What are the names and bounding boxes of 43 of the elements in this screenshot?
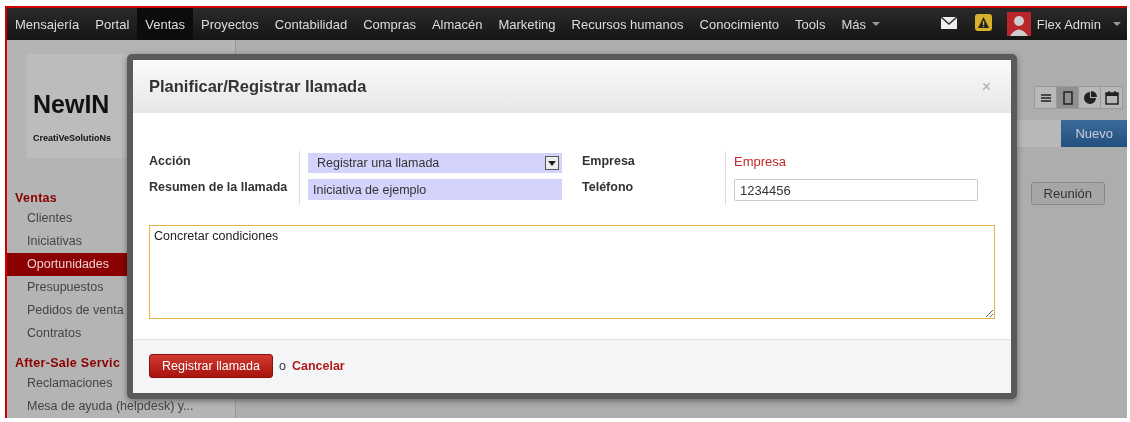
more-menu[interactable]: Más [833,8,888,40]
menu-tab[interactable]: Ventas [137,8,194,40]
warning-icon[interactable] [974,14,992,31]
avatar-icon [1006,12,1031,36]
mail-icon[interactable] [940,16,957,29]
meeting-button[interactable]: Reunión [1030,182,1105,205]
section-heading: After-Sale Servic [14,355,122,372]
or-text: o [278,359,286,373]
company-name: CreatiVeSolutioNs [33,133,113,143]
company-link[interactable]: Empresa [734,153,787,170]
log-call-button[interactable]: Registrar llamada [149,354,273,378]
user-menu[interactable]: Flex Admin [1000,8,1127,40]
view-button[interactable] [1100,86,1123,109]
notes-field[interactable]: Concretar condiciones [149,225,995,319]
calendar-view-icon [1103,89,1120,106]
view-button[interactable] [1034,86,1057,109]
action-select[interactable]: Registrar una llamada [308,153,562,173]
dropdown-arrow-icon [548,160,556,166]
view-button[interactable] [1056,86,1079,109]
field-label: Empresa [582,153,636,170]
field-label: Acción [149,153,192,170]
graph-view-icon [1081,89,1098,106]
menu-tab[interactable]: Conocimiento [691,8,788,40]
menu-tab[interactable]: Compras [355,8,424,40]
section-heading: Ventas [14,190,59,207]
menu-tab[interactable]: Contabilidad [266,8,356,40]
field-label: Resumen de la llamada [149,179,289,196]
menu-tab[interactable]: Portal [87,8,138,40]
menu-tab[interactable]: Tools [787,8,834,40]
dialog-title: Planificar/Registrar llamada [149,77,367,96]
logo-text: NewIN [33,89,111,119]
phone-field[interactable]: 1234456 [734,179,978,201]
field-label: Teléfono [582,179,635,196]
sidebar-item[interactable]: Mesa de ayuda (helpdesk) y... [7,395,235,418]
menu-tab[interactable]: Almacén [423,8,491,40]
view-button[interactable] [1078,86,1101,109]
new-button[interactable]: Nuevo [1061,120,1127,147]
cancel-link[interactable]: Cancelar [291,359,345,373]
summary-field[interactable]: Iniciativa de ejemplo [308,179,562,200]
menu-tab[interactable]: Marketing [490,8,564,40]
menu-tab[interactable]: Mensajería [7,8,88,40]
menu-tab[interactable]: Recursos humanos [563,8,692,40]
menu-tab[interactable]: Proyectos [193,8,267,40]
